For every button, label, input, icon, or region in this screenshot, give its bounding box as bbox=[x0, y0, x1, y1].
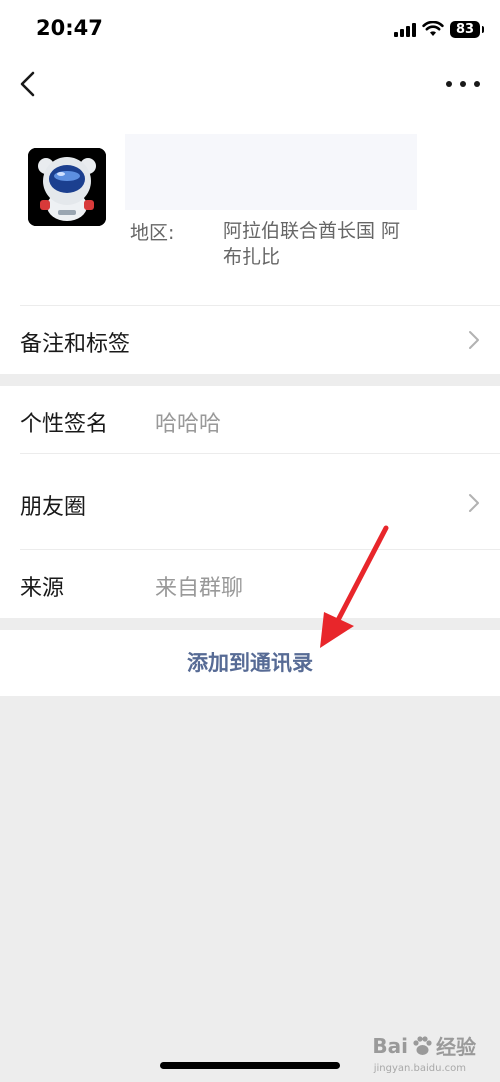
battery-indicator: 83 bbox=[450, 20, 484, 38]
add-to-contacts-button[interactable]: 添加到通讯录 bbox=[0, 630, 500, 696]
source-row: 来源 来自群聊 bbox=[0, 550, 500, 618]
status-time: 20:47 bbox=[36, 16, 103, 40]
watermark-brand-cn: 经验 bbox=[436, 1035, 476, 1059]
more-dots-icon[interactable] bbox=[446, 70, 480, 98]
moments-row[interactable]: 朋友圈 bbox=[0, 454, 500, 550]
chevron-right-icon bbox=[469, 331, 479, 349]
chevron-left-icon[interactable] bbox=[16, 68, 44, 100]
signature-row: 个性签名 哈哈哈 bbox=[0, 386, 500, 454]
moments-label: 朋友圈 bbox=[20, 495, 87, 520]
watermark-url: jingyan.baidu.com bbox=[373, 1063, 466, 1074]
source-label: 来源 bbox=[20, 576, 65, 601]
annotation-arrow-icon bbox=[320, 525, 389, 648]
status-bar: 20:47 83 bbox=[0, 0, 500, 60]
watermark-brand: Bai bbox=[372, 1033, 408, 1058]
signature-value: 哈哈哈 bbox=[155, 412, 222, 437]
remark-tags-row[interactable]: 备注和标签 bbox=[0, 306, 500, 374]
signature-label: 个性签名 bbox=[20, 412, 109, 437]
watermark-logo: Bai 经验 bbox=[372, 1031, 476, 1060]
status-icons: 83 bbox=[394, 18, 484, 40]
name-redacted-area bbox=[125, 134, 417, 210]
region-value: 阿拉伯联合酋长国 阿布扎比 bbox=[223, 220, 401, 268]
cellular-signal-icon bbox=[394, 21, 416, 37]
wifi-icon bbox=[422, 21, 444, 36]
remark-tags-label: 备注和标签 bbox=[20, 332, 131, 357]
home-indicator[interactable] bbox=[160, 1062, 340, 1069]
avatar[interactable] bbox=[28, 148, 106, 226]
astronaut-avatar-icon bbox=[28, 148, 106, 226]
paw-icon bbox=[413, 1035, 432, 1055]
profile-card: 地区: 阿拉伯联合酋长国 阿布扎比 bbox=[0, 108, 500, 306]
region-label: 地区: bbox=[130, 222, 175, 244]
source-value: 来自群聊 bbox=[155, 576, 244, 601]
nav-bar bbox=[0, 60, 500, 108]
chevron-right-icon bbox=[469, 494, 479, 512]
